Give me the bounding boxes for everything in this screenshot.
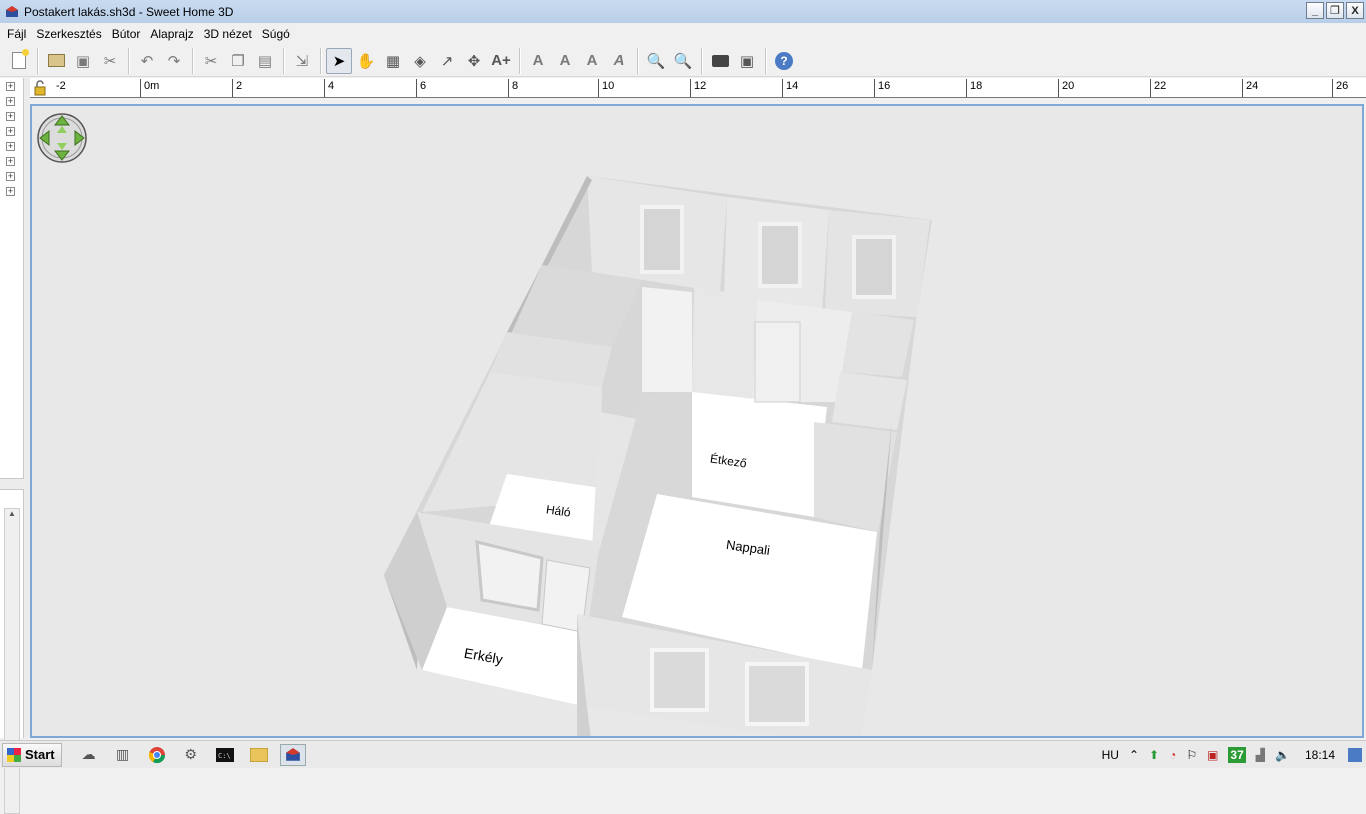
cut-icon[interactable]: ✂	[198, 48, 224, 74]
settings-icon[interactable]: ⚙	[178, 744, 204, 766]
action-center-flag-icon[interactable]: ⚐	[1186, 748, 1197, 762]
bold-text-icon[interactable]: A	[579, 48, 605, 74]
show-hidden-icons-icon[interactable]: ⌃	[1129, 748, 1139, 762]
decrease-text-size-icon[interactable]: A	[552, 48, 578, 74]
update-count-badge[interactable]: 37	[1228, 747, 1246, 763]
select-mode-icon[interactable]: ➤	[326, 47, 352, 74]
ruler-label: 12	[694, 80, 707, 92]
tree-expand-icon[interactable]: +	[6, 127, 15, 136]
zoom-in-icon[interactable]: 🔍	[643, 48, 669, 74]
create-rooms-icon[interactable]: ◈	[407, 48, 433, 74]
apartment-3d-model	[384, 176, 932, 736]
file-explorer-icon[interactable]	[246, 744, 272, 766]
tree-expand-icon[interactable]: +	[6, 82, 15, 91]
calculator-icon[interactable]: ▥	[110, 744, 136, 766]
create-polylines-icon[interactable]: ↗	[434, 48, 460, 74]
ruler-label: -2	[56, 80, 66, 92]
ruler-label: 6	[420, 80, 427, 92]
title-bar: Postakert lakás.sh3d - Sweet Home 3D _ ❐…	[0, 0, 1366, 23]
security-icon[interactable]: ▣	[1207, 748, 1218, 762]
ruler-label: 20	[1062, 80, 1075, 92]
italic-text-icon[interactable]: A	[606, 48, 632, 74]
volume-icon[interactable]: 🔈	[1275, 748, 1290, 762]
open-file-icon[interactable]	[43, 48, 69, 74]
tree-expand-icon[interactable]: +	[6, 172, 15, 181]
furniture-list-scrollbar[interactable]: ▲	[4, 508, 20, 814]
language-indicator[interactable]: HU	[1102, 748, 1119, 762]
ruler-label: 18	[970, 80, 983, 92]
ruler-label: 26	[1336, 80, 1349, 92]
ruler-label: 0m	[144, 80, 160, 92]
windows-logo-icon	[7, 747, 21, 762]
start-button[interactable]: Start	[2, 742, 62, 767]
create-photo-icon[interactable]	[707, 48, 733, 74]
copy-icon[interactable]: ❐	[225, 48, 251, 74]
system-tray: HU ⌃ ⬆ ◔ ⚐ ▣ 37 ▟ 🔈 18:14	[1097, 741, 1366, 769]
create-dimensions-icon[interactable]: ✥	[461, 48, 487, 74]
3d-view[interactable]: Háló Étkező Nappali Erkély	[30, 104, 1364, 738]
menu-file[interactable]: Fájl	[2, 23, 31, 45]
menu-3d-view[interactable]: 3D nézet	[199, 23, 257, 45]
tree-expand-icon[interactable]: +	[6, 97, 15, 106]
paste-icon[interactable]: ▤	[252, 48, 278, 74]
ruler-label: 14	[786, 80, 799, 92]
help-icon[interactable]: ?	[771, 48, 797, 74]
tree-expand-icon[interactable]: +	[6, 112, 15, 121]
ruler-label: 24	[1246, 80, 1259, 92]
ruler-label: 8	[512, 80, 519, 92]
ruler-label: 16	[878, 80, 891, 92]
tree-expand-icon[interactable]: +	[6, 157, 15, 166]
network-sync-icon[interactable]: ⬆	[1149, 748, 1159, 762]
command-prompt-icon[interactable]: C:\	[212, 744, 238, 766]
new-file-icon[interactable]	[6, 48, 32, 74]
pane-splitter[interactable]	[0, 478, 24, 490]
toolbar: ▣ ✂ ↶ ↷ ✂ ❐ ▤ ⇲ ➤ ✋ ▦ ◈ ↗ ✥ A+ A A A A 🔍…	[0, 45, 1366, 77]
pan-mode-icon[interactable]: ✋	[353, 48, 379, 74]
minimize-button[interactable]: _	[1306, 2, 1324, 19]
plan-ruler: -2 0m 2 4 6 8 10 12 14 16 18 20 22 24 26	[30, 78, 1366, 98]
wifi-signal-icon[interactable]: ▟	[1256, 748, 1265, 762]
lock-icon[interactable]	[32, 80, 48, 96]
ruler-label: 10	[602, 80, 615, 92]
create-walls-icon[interactable]: ▦	[380, 48, 406, 74]
clock[interactable]: 18:14	[1305, 748, 1335, 762]
windows-taskbar: Start ☁ ▥ ⚙ C:\ HU ⌃ ⬆ ◔ ⚐ ▣ 37 ▟ 🔈 18:1…	[0, 740, 1366, 768]
show-desktop-button[interactable]	[1348, 748, 1362, 762]
ruler-label: 2	[236, 80, 243, 92]
create-video-icon[interactable]: ▣	[734, 48, 760, 74]
add-furniture-icon[interactable]: ⇲	[289, 48, 315, 74]
menu-furniture[interactable]: Bútor	[107, 23, 146, 45]
svg-text:C:\: C:\	[218, 752, 231, 760]
window-title: Postakert lakás.sh3d - Sweet Home 3D	[24, 4, 234, 19]
save-file-icon[interactable]: ▣	[70, 48, 96, 74]
zoom-out-icon[interactable]: 🔍	[670, 48, 696, 74]
menu-bar: Fájl Szerkesztés Bútor Alaprajz 3D nézet…	[0, 23, 1366, 45]
redo-icon[interactable]: ↷	[161, 48, 187, 74]
sweet-home-3d-task-icon[interactable]	[279, 743, 306, 766]
ruler-label: 4	[328, 80, 335, 92]
tree-expand-icon[interactable]: +	[6, 187, 15, 196]
ruler-label: 22	[1154, 80, 1167, 92]
menu-edit[interactable]: Szerkesztés	[31, 23, 106, 45]
increase-text-size-icon[interactable]: A	[525, 48, 551, 74]
add-text-icon[interactable]: A+	[488, 48, 514, 74]
tree-expand-icon[interactable]: +	[6, 142, 15, 151]
chrome-icon[interactable]	[144, 744, 170, 766]
furniture-catalog-tree: + + + + + + + + ▲	[0, 78, 24, 814]
preferences-icon[interactable]: ✂	[97, 48, 123, 74]
menu-help[interactable]: Súgó	[257, 23, 295, 45]
sweet-home-3d-logo-icon	[5, 5, 19, 19]
cloud-icon[interactable]: ☁	[76, 744, 102, 766]
undo-icon[interactable]: ↶	[134, 48, 160, 74]
start-label: Start	[25, 747, 55, 762]
close-button[interactable]: X	[1346, 2, 1364, 19]
scroll-up-icon[interactable]: ▲	[5, 509, 19, 523]
antivirus-icon[interactable]: ◔	[1169, 748, 1176, 762]
restore-button[interactable]: ❐	[1326, 2, 1344, 19]
menu-plan[interactable]: Alaprajz	[145, 23, 198, 45]
